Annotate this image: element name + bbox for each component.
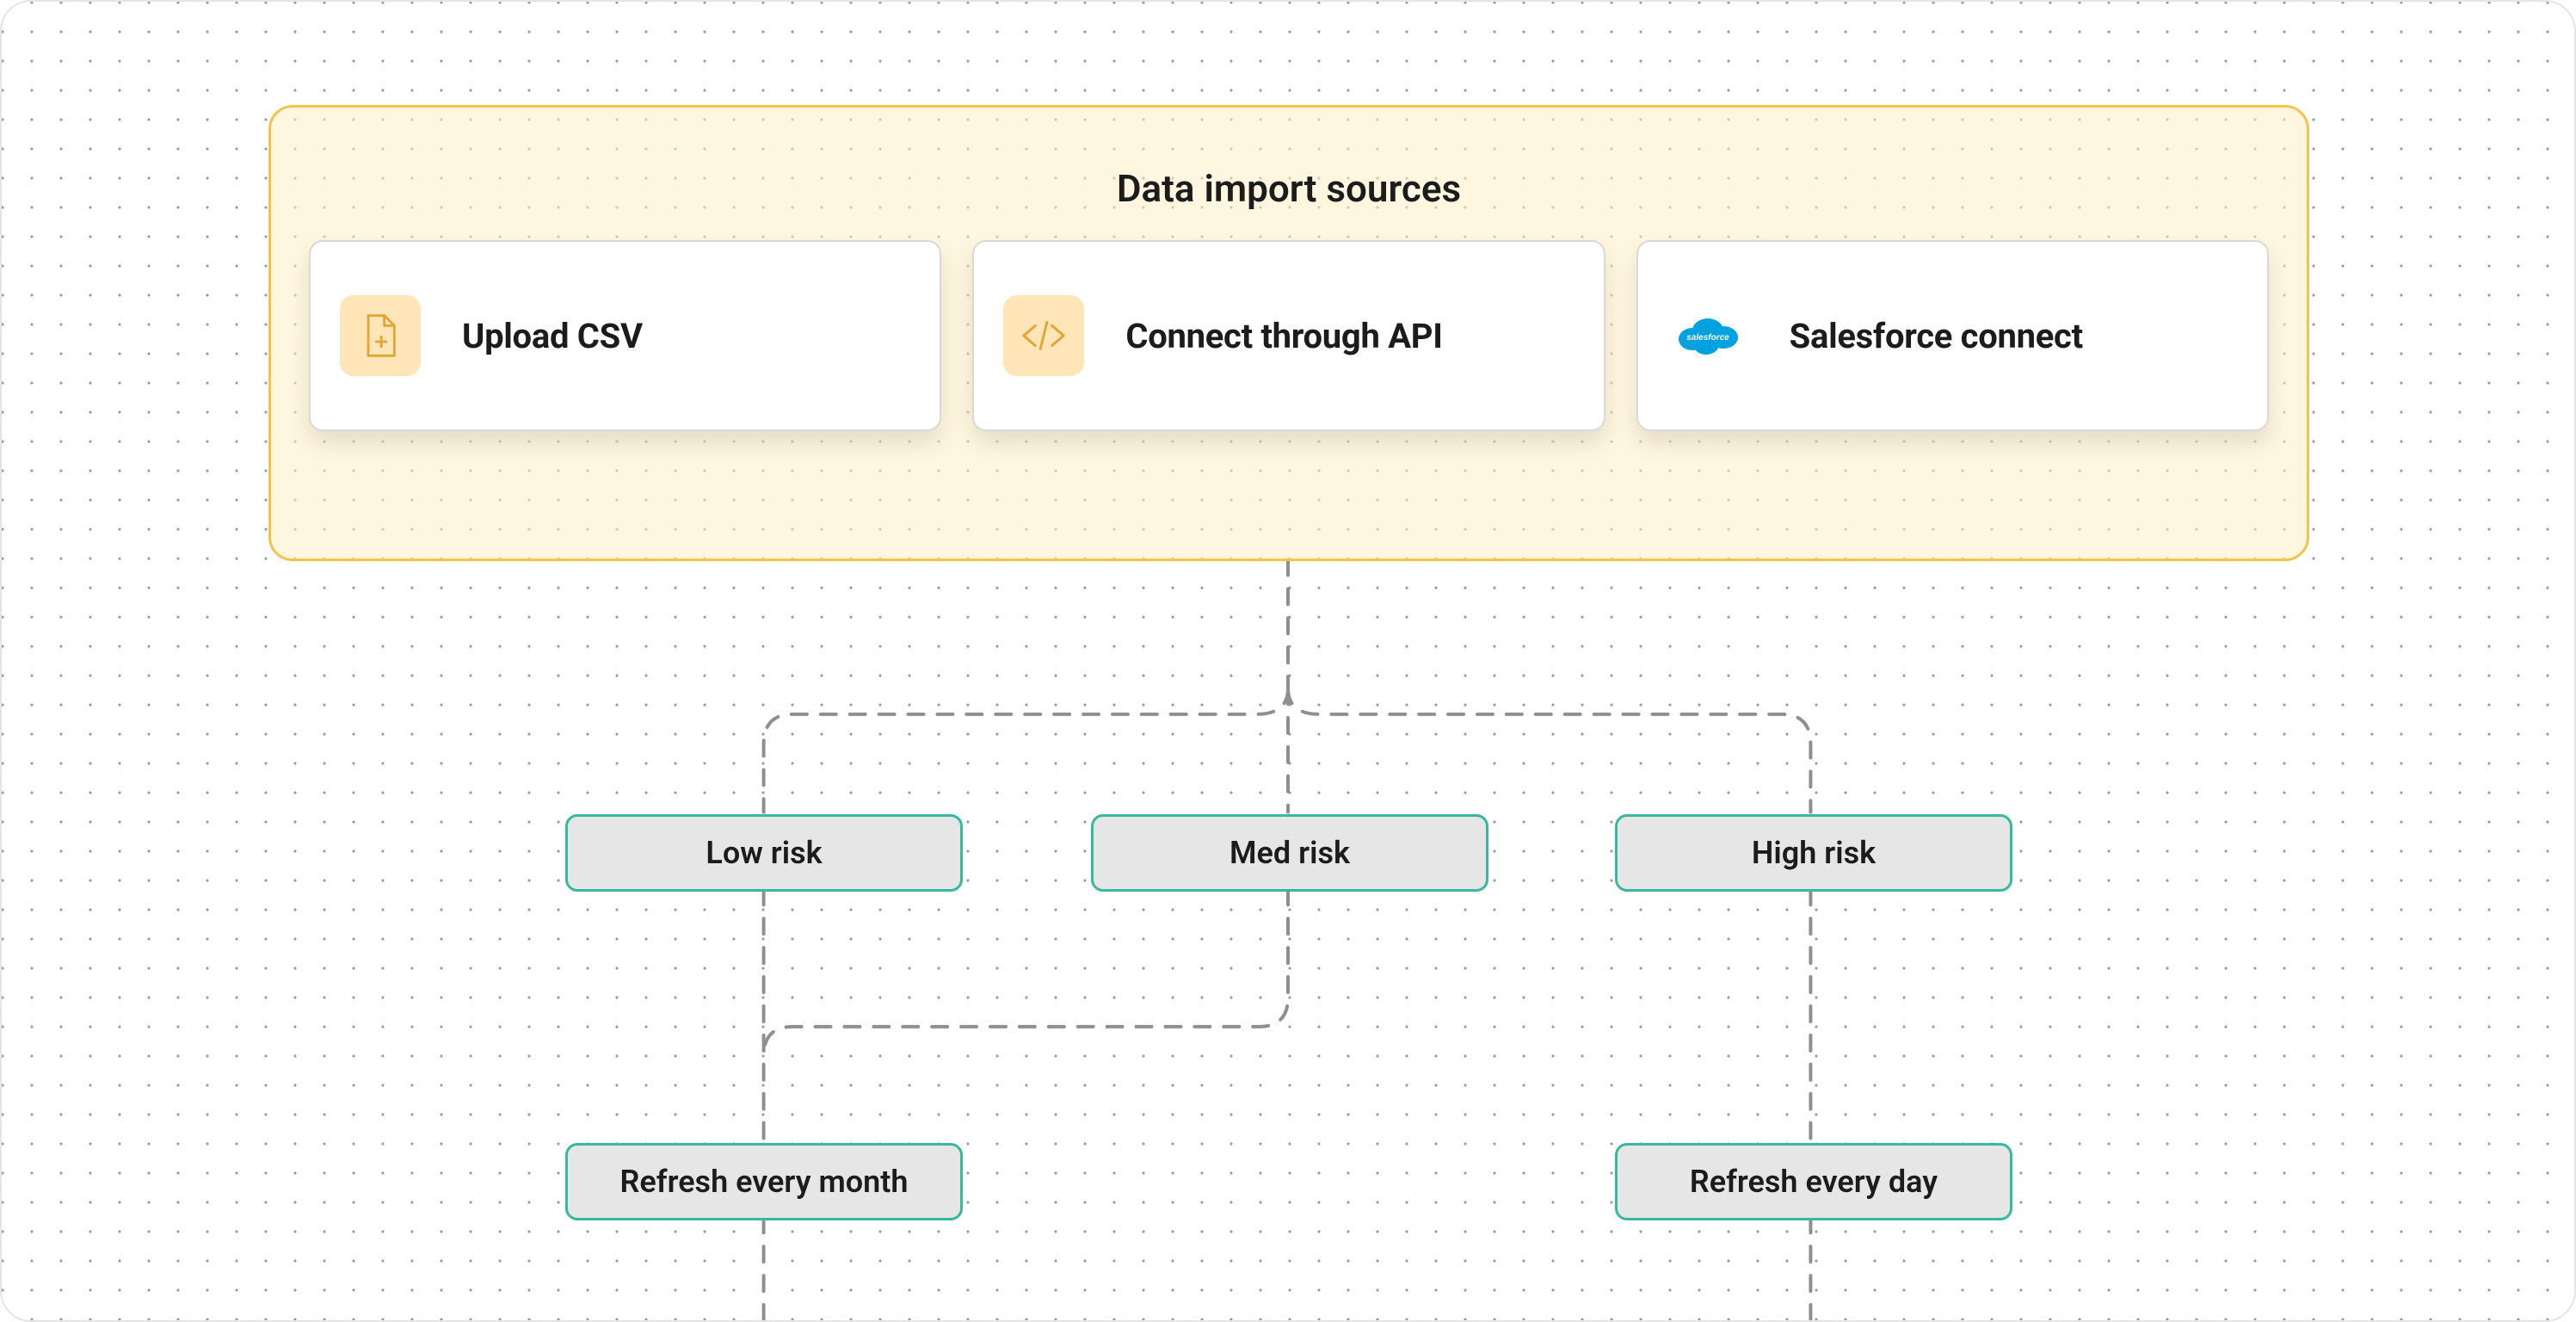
pill-label: Med risk [1229, 835, 1350, 871]
source-card-upload-csv[interactable]: Upload CSV [309, 240, 941, 431]
risk-low-node[interactable]: Low risk [565, 814, 963, 892]
refresh-day-node[interactable]: Refresh every day [1615, 1143, 2012, 1220]
file-add-icon [340, 295, 421, 376]
pill-label: High risk [1752, 835, 1876, 871]
pill-label: Low risk [706, 835, 822, 871]
source-card-connect-api[interactable]: Connect through API [972, 240, 1605, 431]
source-cards-row: Upload CSV Connect through API [309, 240, 2269, 431]
data-import-sources-panel: Data import sources Upload CSV [268, 105, 2309, 561]
pill-label: Refresh every month [620, 1164, 909, 1200]
salesforce-icon: salesforce [1667, 295, 1748, 376]
source-label: Upload CSV [462, 316, 643, 356]
diagram-canvas: Data import sources Upload CSV [0, 0, 2576, 1322]
pill-label: Refresh every day [1690, 1164, 1938, 1200]
source-card-salesforce[interactable]: salesforce Salesforce connect [1636, 240, 2269, 431]
risk-high-node[interactable]: High risk [1615, 814, 2012, 892]
source-label: Connect through API [1125, 316, 1442, 356]
source-label: Salesforce connect [1790, 316, 2083, 356]
risk-med-node[interactable]: Med risk [1091, 814, 1488, 892]
svg-text:salesforce: salesforce [1686, 333, 1729, 343]
panel-title: Data import sources [309, 166, 2269, 211]
code-icon [1003, 295, 1084, 376]
refresh-month-node[interactable]: Refresh every month [565, 1143, 963, 1220]
